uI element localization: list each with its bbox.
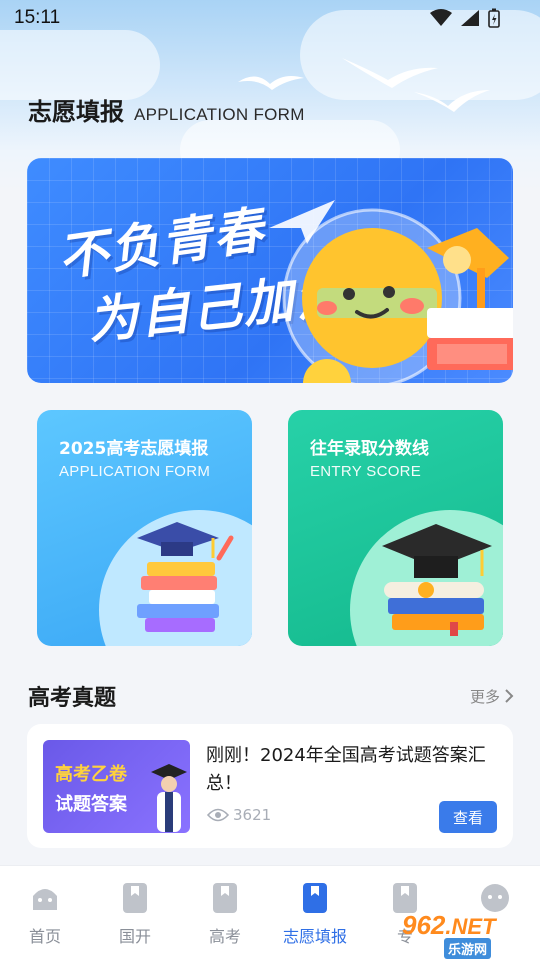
watermark-number: 962 xyxy=(402,910,446,940)
news-view-count: 3621 xyxy=(207,806,271,824)
mortarboard-diploma-icon xyxy=(382,524,492,636)
wifi-icon xyxy=(430,9,452,26)
more-link[interactable]: 更多 xyxy=(470,686,514,707)
nav-label: 首页 xyxy=(28,927,61,946)
thumb-text-line1: 高考乙卷 xyxy=(55,764,127,785)
eye-icon xyxy=(207,808,229,822)
card-title: 2025高考志愿填报 xyxy=(59,439,209,459)
view-count-value: 3621 xyxy=(233,806,272,824)
thumb-text-line2: 试题答案 xyxy=(55,794,127,815)
application-form-card[interactable]: 2025高考志愿填报 APPLICATION FORM xyxy=(37,410,252,646)
promo-banner[interactable]: 不负青春 为自己加油 xyxy=(27,158,513,383)
site-watermark: 962.NET 乐游网 xyxy=(402,910,496,959)
seagull-icon xyxy=(414,90,490,112)
graduation-books-icon xyxy=(137,522,234,632)
news-thumbnail: 高考乙卷 试题答案 xyxy=(43,740,190,833)
bookmark-icon xyxy=(119,880,151,916)
battery-icon xyxy=(488,8,500,28)
card-subtitle: APPLICATION FORM xyxy=(59,463,211,480)
more-label: 更多 xyxy=(469,687,500,706)
nav-item-home[interactable]: 首页 xyxy=(0,880,90,960)
section-title: 高考真题 xyxy=(28,686,117,711)
status-bar: 15:11 xyxy=(0,0,540,36)
page-title-en: APPLICATION FORM xyxy=(134,105,305,124)
status-icons xyxy=(430,8,500,28)
nav-item-gaokao[interactable]: 高考 xyxy=(180,880,270,960)
card-subtitle: ENTRY SCORE xyxy=(310,463,422,480)
page-title-cn: 志愿填报 xyxy=(28,98,124,126)
entry-score-card[interactable]: 往年录取分数线 ENTRY SCORE xyxy=(288,410,503,646)
nav-label: 国开 xyxy=(118,927,151,946)
watermark-domain: .NET xyxy=(445,914,496,939)
bookmark-icon xyxy=(209,880,241,916)
student-figure-icon xyxy=(151,764,187,832)
nav-item-application[interactable]: 志愿填报 xyxy=(270,880,360,960)
card-title: 往年录取分数线 xyxy=(310,439,429,459)
nav-label: 志愿填报 xyxy=(282,927,347,946)
signal-icon xyxy=(461,10,479,26)
view-button[interactable]: 查看 xyxy=(439,801,497,833)
nav-item-guokai[interactable]: 国开 xyxy=(90,880,180,960)
nav-label: 高考 xyxy=(208,927,241,946)
news-card[interactable]: 高考乙卷 试题答案 刚刚！2024年全国高考试题答案汇总！ 3621 查看 xyxy=(27,724,513,848)
news-title: 刚刚！2024年全国高考试题答案汇总！ xyxy=(206,745,486,794)
page-title: 志愿填报 APPLICATION FORM xyxy=(28,92,305,127)
watermark-sub: 乐游网 xyxy=(444,938,492,959)
exam-section-header: 高考真题 更多 xyxy=(28,680,514,712)
status-time: 15:11 xyxy=(14,7,61,28)
smiley-mascot-icon xyxy=(282,208,513,383)
bookmark-icon xyxy=(299,880,331,916)
home-face-icon xyxy=(29,880,61,916)
chevron-right-icon xyxy=(505,689,514,703)
